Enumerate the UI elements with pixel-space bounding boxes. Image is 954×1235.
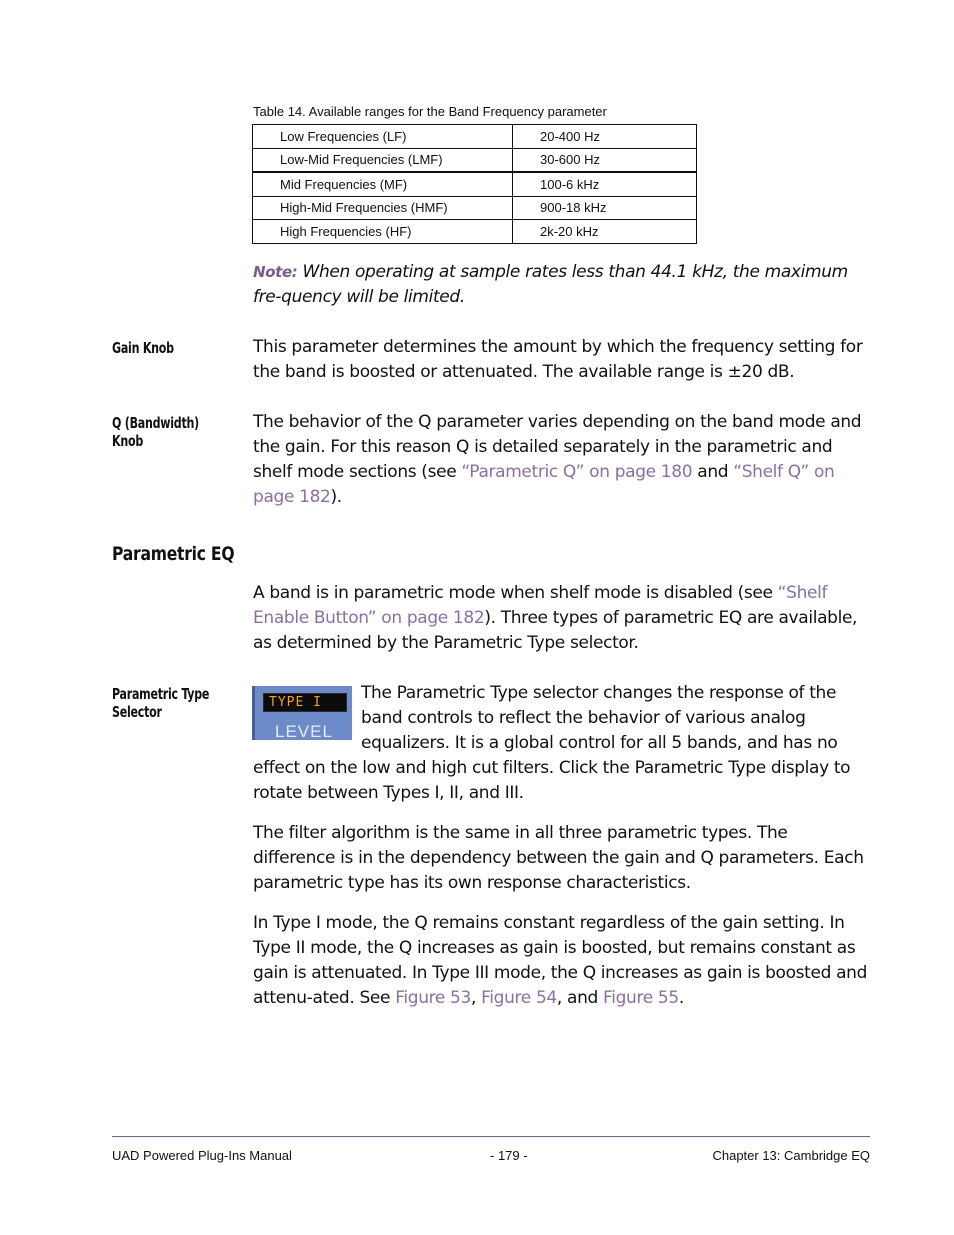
text: ). (330, 487, 343, 507)
band-cell: Low-Mid Frequencies (LMF) (252, 147, 513, 173)
footer-page-number: - 179 - (490, 1148, 528, 1163)
figure-53-link[interactable]: Figure 53 (395, 988, 471, 1008)
footer-chapter: Chapter 13: Cambridge EQ (712, 1148, 870, 1163)
figure-54-link[interactable]: Figure 54 (481, 988, 557, 1008)
parametric-type-para-1: The Parametric Type selector changes the… (253, 681, 873, 806)
text: A band is in parametric mode when shelf … (253, 583, 778, 603)
figure-55-link[interactable]: Figure 55 (603, 988, 679, 1008)
gain-knob-heading: Gain Knob (112, 339, 174, 357)
note-label: Note: (253, 263, 298, 281)
table-row: Mid Frequencies (MF) 100-6 kHz (252, 171, 697, 197)
note: Note: When operating at sample rates les… (253, 260, 873, 310)
range-cell: 20-400 Hz (512, 124, 697, 149)
footer-divider (112, 1136, 870, 1137)
parametric-eq-text: A band is in parametric mode when shelf … (253, 581, 873, 656)
table-caption: Table 14. Available ranges for the Band … (253, 104, 607, 119)
range-cell: 900-18 kHz (512, 195, 697, 220)
frequency-range-table: Low Frequencies (LF) 20-400 Hz Low-Mid F… (252, 124, 697, 244)
text: , and (556, 988, 604, 1008)
table-row: Low-Mid Frequencies (LMF) 30-600 Hz (252, 147, 697, 173)
q-knob-text: The behavior of the Q parameter varies d… (253, 410, 873, 510)
footer-manual-title: UAD Powered Plug-Ins Manual (112, 1148, 292, 1163)
parametric-type-para-2: The filter algorithm is the same in all … (253, 823, 864, 893)
table-row: High Frequencies (HF) 2k-20 kHz (252, 219, 697, 244)
band-cell: High Frequencies (HF) (252, 219, 513, 244)
range-cell: 2k-20 kHz (512, 219, 697, 244)
q-knob-heading: Q (Bandwidth) Knob (112, 414, 199, 450)
band-cell: High-Mid Frequencies (HMF) (252, 195, 513, 220)
parametric-type-para-3: In Type I mode, the Q remains constant r… (253, 911, 873, 1011)
table-row: Low Frequencies (LF) 20-400 Hz (252, 124, 697, 149)
text: , (471, 988, 482, 1008)
parametric-q-link[interactable]: “Parametric Q” on page 180 (461, 462, 692, 482)
parametric-type-heading: Parametric Type Selector (112, 685, 210, 721)
table-row: High-Mid Frequencies (HMF) 900-18 kHz (252, 195, 697, 220)
gain-knob-text: This parameter determines the amount by … (253, 337, 863, 382)
parametric-eq-heading: Parametric EQ (112, 543, 235, 565)
text: . (678, 988, 684, 1008)
range-cell: 100-6 kHz (512, 171, 697, 197)
range-cell: 30-600 Hz (512, 147, 697, 173)
band-cell: Low Frequencies (LF) (252, 124, 513, 149)
note-text: When operating at sample rates less than… (253, 262, 848, 307)
text: and (692, 462, 734, 482)
image-float-spacer (253, 681, 361, 756)
band-cell: Mid Frequencies (MF) (252, 171, 513, 197)
